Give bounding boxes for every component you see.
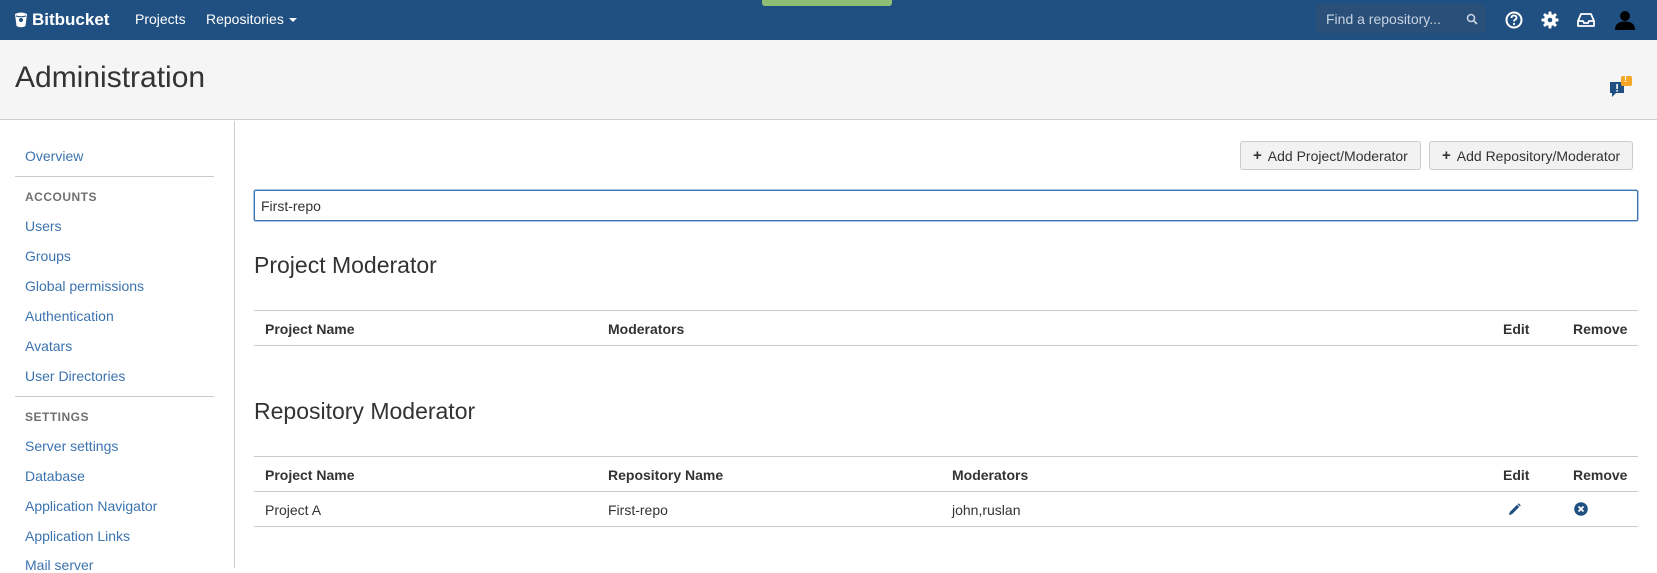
- sidebar-item-global-permissions[interactable]: Global permissions: [25, 278, 144, 294]
- close-circle-icon: [1574, 502, 1588, 516]
- admin-sidebar: Overview ACCOUNTS Users Groups Global pe…: [0, 121, 235, 573]
- sidebar-heading-settings: SETTINGS: [25, 410, 90, 424]
- cell-project-name: Project A: [265, 502, 322, 518]
- help-button[interactable]: [1503, 9, 1525, 31]
- sidebar-item-server-settings[interactable]: Server settings: [25, 438, 118, 454]
- admin-settings-button[interactable]: [1539, 9, 1561, 31]
- sidebar-item-database[interactable]: Database: [25, 468, 85, 484]
- add-project-moderator-label: Add Project/Moderator: [1267, 147, 1408, 164]
- table-divider: [254, 526, 1638, 527]
- sidebar-item-authentication[interactable]: Authentication: [25, 308, 114, 324]
- sidebar-item-mail-server[interactable]: Mail server: [25, 557, 93, 573]
- bitbucket-icon: [15, 12, 27, 28]
- plus-icon: +: [1253, 147, 1262, 164]
- notification-flag: [762, 0, 892, 6]
- gear-icon: [1541, 11, 1559, 29]
- column-header-remove: Remove: [1573, 467, 1628, 483]
- sidebar-divider: [15, 396, 214, 397]
- repository-search: [1316, 5, 1486, 33]
- table-divider: [254, 310, 1638, 311]
- nav-repositories-dropdown[interactable]: Repositories: [206, 11, 297, 27]
- sidebar-item-avatars[interactable]: Avatars: [25, 338, 72, 354]
- column-header-edit: Edit: [1503, 321, 1530, 337]
- sidebar-item-application-links[interactable]: Application Links: [25, 528, 130, 544]
- search-input[interactable]: [1316, 5, 1486, 33]
- help-icon: [1505, 11, 1523, 29]
- sidebar-divider: [15, 176, 214, 177]
- table-divider: [254, 456, 1638, 457]
- table-divider: [254, 491, 1638, 492]
- edit-button[interactable]: [1506, 501, 1522, 517]
- sidebar-item-groups[interactable]: Groups: [25, 248, 71, 264]
- moderator-filter-input[interactable]: [254, 190, 1638, 221]
- remove-button[interactable]: [1573, 501, 1589, 517]
- inbox-button[interactable]: [1575, 9, 1597, 31]
- feedback-icon: [1610, 76, 1632, 97]
- column-header-repository-name: Repository Name: [608, 467, 724, 483]
- table-divider: [254, 345, 1638, 346]
- nav-projects-link[interactable]: Projects: [135, 11, 186, 27]
- page-title: Administration: [15, 61, 206, 94]
- inbox-icon: [1577, 13, 1595, 27]
- sidebar-item-overview[interactable]: Overview: [25, 148, 83, 164]
- sidebar-item-application-navigator[interactable]: Application Navigator: [25, 498, 157, 514]
- sidebar-item-user-directories[interactable]: User Directories: [25, 368, 125, 384]
- pencil-icon: [1508, 502, 1521, 515]
- search-icon: [1466, 13, 1478, 25]
- nav-repositories-label: Repositories: [206, 11, 284, 27]
- chevron-down-icon: [288, 18, 297, 23]
- plus-icon: +: [1442, 147, 1451, 164]
- add-repository-moderator-button[interactable]: + Add Repository/Moderator: [1429, 141, 1634, 170]
- top-navigation-bar: Bitbucket Projects Repositories: [0, 0, 1657, 40]
- add-project-moderator-button[interactable]: + Add Project/Moderator: [1240, 141, 1421, 170]
- page-header: Administration !: [0, 40, 1657, 120]
- bitbucket-logo[interactable]: Bitbucket: [14, 9, 109, 31]
- column-header-remove: Remove: [1573, 321, 1628, 337]
- sidebar-item-users[interactable]: Users: [25, 218, 62, 234]
- feedback-badge: !: [1624, 74, 1627, 84]
- user-icon: [1615, 11, 1635, 30]
- column-header-project-name: Project Name: [265, 467, 355, 483]
- repository-moderator-heading: Repository Moderator: [254, 398, 476, 424]
- project-moderator-heading: Project Moderator: [254, 252, 437, 278]
- cell-moderators: john,ruslan: [952, 502, 1021, 518]
- sidebar-heading-accounts: ACCOUNTS: [25, 190, 97, 204]
- brand-name: Bitbucket: [32, 10, 110, 29]
- column-header-moderators: Moderators: [608, 321, 685, 337]
- column-header-moderators: Moderators: [952, 467, 1029, 483]
- feedback-button[interactable]: !: [1609, 74, 1633, 103]
- column-header-edit: Edit: [1503, 467, 1530, 483]
- cell-repository-name: First-repo: [608, 502, 668, 518]
- column-header-project-name: Project Name: [265, 321, 355, 337]
- add-repository-moderator-label: Add Repository/Moderator: [1456, 147, 1621, 164]
- user-profile-button[interactable]: [1614, 9, 1636, 31]
